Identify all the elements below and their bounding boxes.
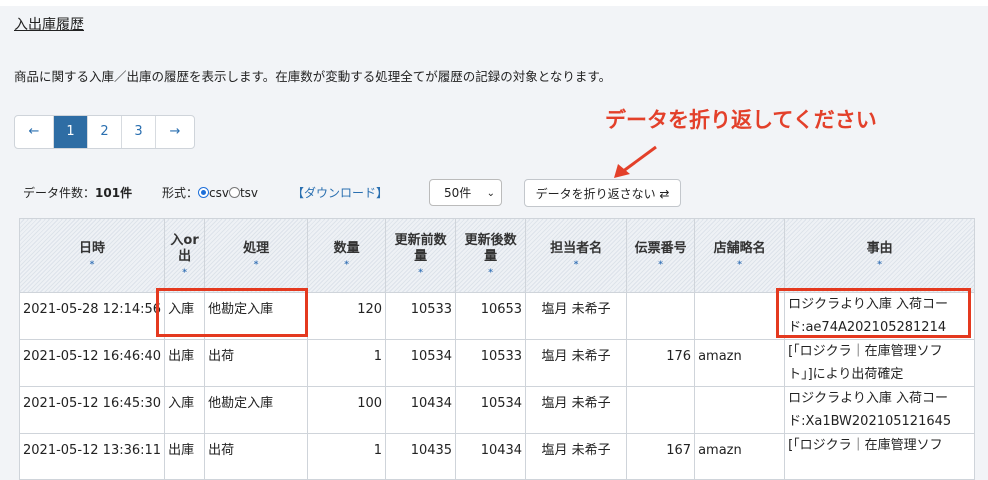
cell-process: 他勘定入庫 bbox=[204, 386, 309, 434]
pagination: ← 1 2 3 → bbox=[14, 115, 195, 149]
col-header-before[interactable]: 更新前数量 * bbox=[385, 218, 457, 293]
cell-before: 10534 bbox=[385, 339, 457, 387]
cell-before: 10533 bbox=[385, 292, 457, 340]
cell-inout: 出庫 bbox=[164, 339, 206, 387]
col-header-after[interactable]: 更新後数量 * bbox=[455, 218, 527, 293]
cell-before: 10435 bbox=[385, 433, 457, 480]
cell-person: 塩月 未希子 bbox=[525, 292, 628, 340]
cell-inout: 出庫 bbox=[164, 433, 206, 480]
cell-qty: 100 bbox=[307, 386, 387, 434]
sort-icon[interactable]: * bbox=[459, 268, 522, 278]
sort-icon[interactable]: * bbox=[630, 260, 691, 270]
cell-slip: 167 bbox=[626, 433, 696, 480]
format-tsv-label[interactable]: tsv bbox=[240, 186, 258, 200]
cell-after: 10534 bbox=[455, 386, 527, 434]
cell-process: 出荷 bbox=[204, 433, 309, 480]
sort-icon[interactable]: * bbox=[389, 268, 452, 278]
cell-after: 10653 bbox=[455, 292, 527, 340]
cell-person: 塩月 未希子 bbox=[525, 339, 628, 387]
highlight-box-process bbox=[156, 288, 308, 337]
annotation-arrow-icon bbox=[614, 145, 657, 178]
col-header-process[interactable]: 処理 * bbox=[204, 218, 309, 293]
sort-icon[interactable]: * bbox=[23, 260, 161, 270]
cell-reason: [「ロジクラ｜在庫管理ソフ ト」]により出荷確定 bbox=[784, 339, 976, 387]
cell-reason: [「ロジクラ｜在庫管理ソフ bbox=[784, 433, 976, 480]
cell-qty: 1 bbox=[307, 433, 387, 480]
cell-qty: 120 bbox=[307, 292, 387, 340]
sort-icon[interactable]: * bbox=[788, 260, 971, 270]
cell-store: amazn bbox=[694, 433, 786, 480]
page-3-button[interactable]: 3 bbox=[122, 116, 156, 148]
cell-person: 塩月 未希子 bbox=[525, 433, 628, 480]
toggle-wrap-button[interactable]: データを折り返さない ⇄ bbox=[524, 179, 681, 207]
cell-datetime: 2021-05-12 16:46:40 bbox=[18, 339, 166, 387]
format-csv-label[interactable]: csv bbox=[209, 186, 229, 200]
col-header-slip[interactable]: 伝票番号 * bbox=[626, 218, 696, 293]
chevron-down-icon: ⌄ bbox=[486, 188, 495, 199]
per-page-value: 50件 bbox=[444, 186, 472, 200]
col-header-datetime[interactable]: 日時 * bbox=[18, 218, 166, 293]
history-table: 日時 * 入or出 * 処理 * 数量 * 更新前数量 * 更新後数量 * 担当者名 * 伝票… bbox=[18, 218, 976, 480]
page-2-button[interactable]: 2 bbox=[88, 116, 122, 148]
cell-store bbox=[694, 292, 786, 340]
col-header-person[interactable]: 担当者名 * bbox=[525, 218, 628, 293]
page-1-button[interactable]: 1 bbox=[54, 116, 88, 148]
cell-slip bbox=[626, 386, 696, 434]
format-label: 形式： bbox=[162, 186, 199, 200]
table-row: 2021-05-12 16:46:40 出庫 出荷 1 10534 10533 … bbox=[18, 339, 976, 387]
cell-slip: 176 bbox=[626, 339, 696, 387]
next-page-button[interactable]: → bbox=[156, 116, 194, 148]
cell-qty: 1 bbox=[307, 339, 387, 387]
sort-icon[interactable]: * bbox=[529, 260, 623, 270]
sort-icon[interactable]: * bbox=[311, 260, 382, 270]
per-page-select[interactable]: 50件 ⌄ bbox=[429, 179, 502, 206]
sort-icon[interactable]: * bbox=[208, 260, 304, 270]
cell-datetime: 2021-05-12 13:36:11 bbox=[18, 433, 166, 480]
cell-slip bbox=[626, 292, 696, 340]
cell-before: 10434 bbox=[385, 386, 457, 434]
prev-page-button[interactable]: ← bbox=[15, 116, 54, 148]
download-link[interactable]: 【ダウンロード】 bbox=[292, 180, 388, 206]
col-header-qty[interactable]: 数量 * bbox=[307, 218, 387, 293]
col-header-inout[interactable]: 入or出 * bbox=[164, 218, 206, 293]
annotation-text: データを折り返してください bbox=[605, 108, 877, 132]
page-description: 商品に関する入庫／出庫の履歴を表示します。在庫数が変動する処理全てが履歴の記録の… bbox=[14, 69, 612, 84]
highlight-box-reason bbox=[776, 288, 971, 338]
cell-datetime: 2021-05-28 12:14:56 bbox=[18, 292, 166, 340]
cell-datetime: 2021-05-12 16:45:30 bbox=[18, 386, 166, 434]
sort-icon[interactable]: * bbox=[168, 268, 201, 278]
cell-person: 塩月 未希子 bbox=[525, 386, 628, 434]
cell-reason: ロジクラより入庫 入荷コー ド:Xa1BW202105121645 bbox=[784, 386, 976, 434]
cell-store: amazn bbox=[694, 339, 786, 387]
format-csv-radio[interactable] bbox=[198, 187, 210, 198]
table-row: 2021-05-12 13:36:11 出庫 出荷 1 10435 10434 … bbox=[18, 433, 976, 480]
cell-process: 出荷 bbox=[204, 339, 309, 387]
cell-inout: 入庫 bbox=[164, 386, 206, 434]
format-tsv-radio[interactable] bbox=[228, 187, 240, 198]
col-header-reason[interactable]: 事由 * bbox=[784, 218, 976, 293]
page-title: 入出庫履歴 bbox=[14, 17, 84, 33]
data-count-label: データ件数： bbox=[23, 186, 96, 200]
format-group: 形式： csv tsv bbox=[162, 180, 258, 206]
cell-after: 10533 bbox=[455, 339, 527, 387]
col-header-store[interactable]: 店舗略名 * bbox=[694, 218, 786, 293]
data-count-value: 101件 bbox=[95, 186, 133, 200]
table-row: 2021-05-12 16:45:30 入庫 他勘定入庫 100 10434 1… bbox=[18, 386, 976, 434]
sort-icon[interactable]: * bbox=[698, 260, 781, 270]
cell-store bbox=[694, 386, 786, 434]
data-count: データ件数：101件 bbox=[23, 180, 132, 206]
cell-after: 10434 bbox=[455, 433, 527, 480]
top-bar bbox=[0, 0, 988, 6]
